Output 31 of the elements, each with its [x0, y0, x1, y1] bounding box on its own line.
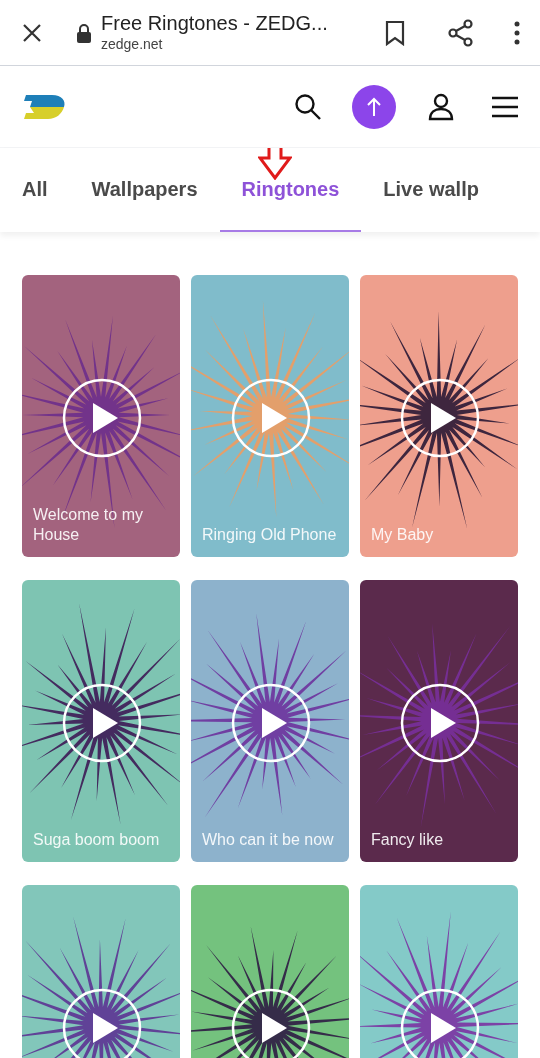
bookmark-icon[interactable] — [384, 19, 406, 46]
menu-icon[interactable] — [492, 95, 518, 118]
page-url: zedge.net — [101, 36, 164, 54]
ringtone-title: My Baby — [371, 525, 435, 545]
category-tab[interactable]: Wallpapers — [69, 148, 220, 232]
play-button[interactable] — [400, 378, 480, 458]
category-tab[interactable]: Live wallp — [361, 148, 501, 232]
ringtone-title: Welcome to my House — [33, 505, 144, 545]
user-icon[interactable] — [428, 92, 454, 121]
play-button[interactable] — [400, 988, 480, 1058]
play-button[interactable] — [231, 683, 311, 763]
ringtone-title: Suga boom boom — [33, 830, 161, 850]
page-title: Free Ringtones - ZEDG... — [101, 11, 328, 37]
more-icon[interactable] — [514, 20, 520, 45]
ringtone-title: Ringing Old Phone — [202, 525, 338, 545]
play-button[interactable] — [62, 988, 142, 1058]
play-button[interactable] — [400, 683, 480, 763]
arrow-up-icon — [366, 96, 382, 117]
ringtone-title: Fancy like — [371, 830, 445, 850]
category-tab[interactable]: All — [0, 148, 70, 232]
logo-icon[interactable] — [22, 92, 66, 121]
play-button[interactable] — [62, 378, 142, 458]
ringtone-title: Who can it be now — [202, 830, 335, 850]
upload-button[interactable] — [352, 84, 396, 129]
ringtone-card[interactable]: Welcome to my House — [22, 275, 180, 557]
play-button[interactable] — [62, 683, 142, 763]
search-icon[interactable] — [294, 92, 322, 121]
lock-icon — [76, 22, 92, 43]
play-button[interactable] — [231, 988, 311, 1058]
ringtone-card[interactable]: Fancy like — [360, 580, 518, 862]
share-icon[interactable] — [448, 18, 474, 47]
